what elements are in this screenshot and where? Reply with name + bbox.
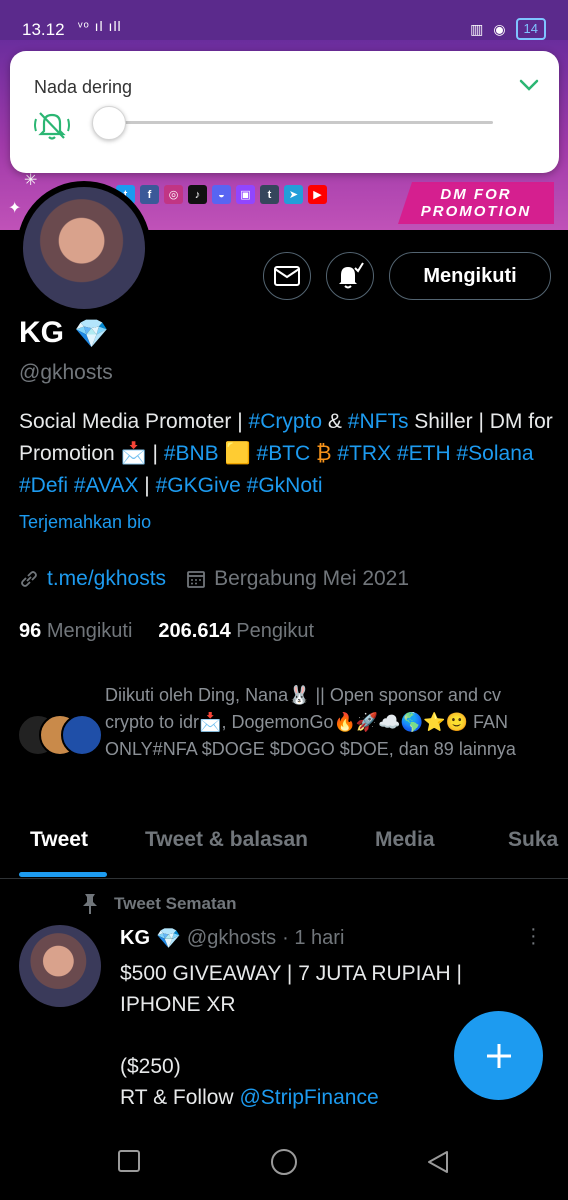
- youtube-icon: ▶: [308, 185, 327, 204]
- tab-media[interactable]: Media: [375, 828, 435, 852]
- following-button[interactable]: Mengikuti: [389, 252, 551, 300]
- hashtag-link[interactable]: #GkNoti: [247, 474, 323, 497]
- diamond-icon: 💎: [156, 928, 181, 950]
- tweet-header: KG 💎 @gkhosts · 1 hari: [120, 926, 344, 951]
- tweet-time: · 1 hari: [282, 927, 345, 949]
- hashtag-link[interactable]: #GKGive: [156, 474, 241, 497]
- followed-by-avatars[interactable]: [17, 714, 103, 756]
- bio-text: |: [138, 474, 156, 497]
- bio-text: ₿: [310, 442, 338, 465]
- following-count: 96: [19, 620, 42, 642]
- system-nav-bar: [0, 1120, 568, 1200]
- compose-tweet-button[interactable]: [454, 1011, 543, 1100]
- hashtag-link[interactable]: #BNB: [164, 442, 219, 465]
- bio-text: &: [322, 410, 348, 433]
- ringer-volume-panel: Nada dering: [10, 51, 559, 173]
- profile-stats: 96 Mengikuti 206.614 Pengikut: [19, 620, 314, 643]
- calendar-icon: [187, 571, 205, 588]
- facebook-icon: f: [140, 185, 159, 204]
- recents-icon[interactable]: [118, 1150, 140, 1172]
- translate-bio-link[interactable]: Terjemahkan bio: [19, 512, 151, 533]
- hashtag-link[interactable]: #TRX: [337, 442, 391, 465]
- promo-line-1: DM FOR: [440, 186, 512, 203]
- tumblr-icon: t: [260, 185, 279, 204]
- discord-icon: ◒: [212, 185, 231, 204]
- profile-tabs: Tweet Tweet & balasan Media Suka: [0, 812, 568, 879]
- profile-avatar[interactable]: [17, 181, 151, 315]
- followers-label: Pengikut: [236, 620, 315, 642]
- profile-link[interactable]: t.me/gkhosts: [47, 567, 166, 591]
- avatar-image: [23, 187, 145, 309]
- bell-check-icon: [339, 262, 364, 289]
- followed-by-text[interactable]: Diikuti oleh Ding, Nana🐰 || Open sponsor…: [105, 682, 550, 763]
- banner-social-icons: t f ◎ ♪ ◒ ▣ t ➤ ▶: [116, 185, 327, 204]
- hashtag-link[interactable]: #BTC: [257, 442, 311, 465]
- instagram-icon: ◎: [164, 185, 183, 204]
- ringer-slider-thumb[interactable]: [92, 106, 126, 140]
- promo-line-2: PROMOTION: [420, 203, 532, 220]
- following-stat[interactable]: 96 Mengikuti: [19, 620, 132, 643]
- notifications-button[interactable]: [326, 252, 374, 300]
- tweet-author-name[interactable]: KG: [120, 927, 150, 950]
- battery-icon: 14: [515, 18, 546, 40]
- chevron-down-icon[interactable]: [517, 73, 541, 102]
- profile-name-text: KG: [19, 316, 64, 349]
- tab-tweet[interactable]: Tweet: [30, 828, 88, 852]
- pinned-tweet-label: Tweet Sematan: [80, 893, 237, 915]
- pin-icon: [83, 894, 97, 914]
- hashtag-link[interactable]: #Crypto: [249, 410, 323, 433]
- alarm-icon: ◉: [493, 20, 506, 37]
- vibrate-icon: ▥: [470, 20, 484, 37]
- envelope-icon: [274, 266, 300, 286]
- tiktok-icon: ♪: [188, 185, 207, 204]
- profile-name: KG 💎: [19, 316, 109, 350]
- bio-text: Social Media Promoter |: [19, 410, 249, 433]
- bell-muted-icon[interactable]: [34, 109, 70, 146]
- message-button[interactable]: [263, 252, 311, 300]
- pinned-label-text: Tweet Sematan: [114, 894, 237, 913]
- tab-likes[interactable]: Suka: [508, 828, 558, 852]
- tweet-avatar[interactable]: [19, 925, 101, 1007]
- more-options-icon[interactable]: · · ·: [530, 919, 537, 953]
- joined-date: Bergabung Mei 2021: [214, 567, 410, 590]
- twitch-icon: ▣: [236, 185, 255, 204]
- tab-tweet-replies[interactable]: Tweet & balasan: [145, 828, 308, 852]
- home-icon[interactable]: [270, 1148, 298, 1176]
- banner-promo-label: DM FOR PROMOTION: [398, 182, 554, 224]
- ringer-title: Nada dering: [34, 77, 133, 97]
- hashtag-link[interactable]: #ETH: [397, 442, 451, 465]
- followers-stat[interactable]: 206.614 Pengikut: [158, 620, 314, 643]
- hashtag-link[interactable]: #AVAX: [74, 474, 139, 497]
- status-icons: ▥ ◉ 14: [470, 18, 546, 40]
- sparkle-icon: ✦: [8, 200, 22, 217]
- profile-bio: Social Media Promoter | #Crypto & #NFTs …: [19, 406, 559, 502]
- hashtag-link[interactable]: #NFTs: [348, 410, 409, 433]
- mention-link[interactable]: @StripFinance: [239, 1086, 378, 1109]
- diamond-icon: 💎: [74, 317, 109, 349]
- ringer-slider-track[interactable]: [112, 121, 493, 124]
- bio-text: 🟨: [218, 442, 257, 465]
- following-label: Mengikuti: [46, 620, 133, 642]
- link-icon: [21, 571, 37, 587]
- tweet-author-handle[interactable]: @gkhosts: [187, 927, 276, 950]
- followers-count: 206.614: [158, 620, 231, 642]
- plus-icon: [486, 1043, 511, 1068]
- signal-icon: ᵛᵒ ıl ıll: [78, 18, 122, 34]
- avatar: [61, 714, 103, 756]
- hashtag-link[interactable]: #Solana: [456, 442, 533, 465]
- hashtag-link[interactable]: #Defi: [19, 474, 68, 497]
- profile-meta: t.me/gkhosts Bergabung Mei 2021: [19, 567, 409, 591]
- profile-handle: @gkhosts: [19, 361, 113, 384]
- back-icon[interactable]: [426, 1150, 450, 1174]
- status-time: 13.12: [22, 20, 65, 39]
- sparkle-icon: ✳: [24, 172, 38, 189]
- telegram-icon: ➤: [284, 185, 303, 204]
- active-tab-indicator: [19, 872, 107, 877]
